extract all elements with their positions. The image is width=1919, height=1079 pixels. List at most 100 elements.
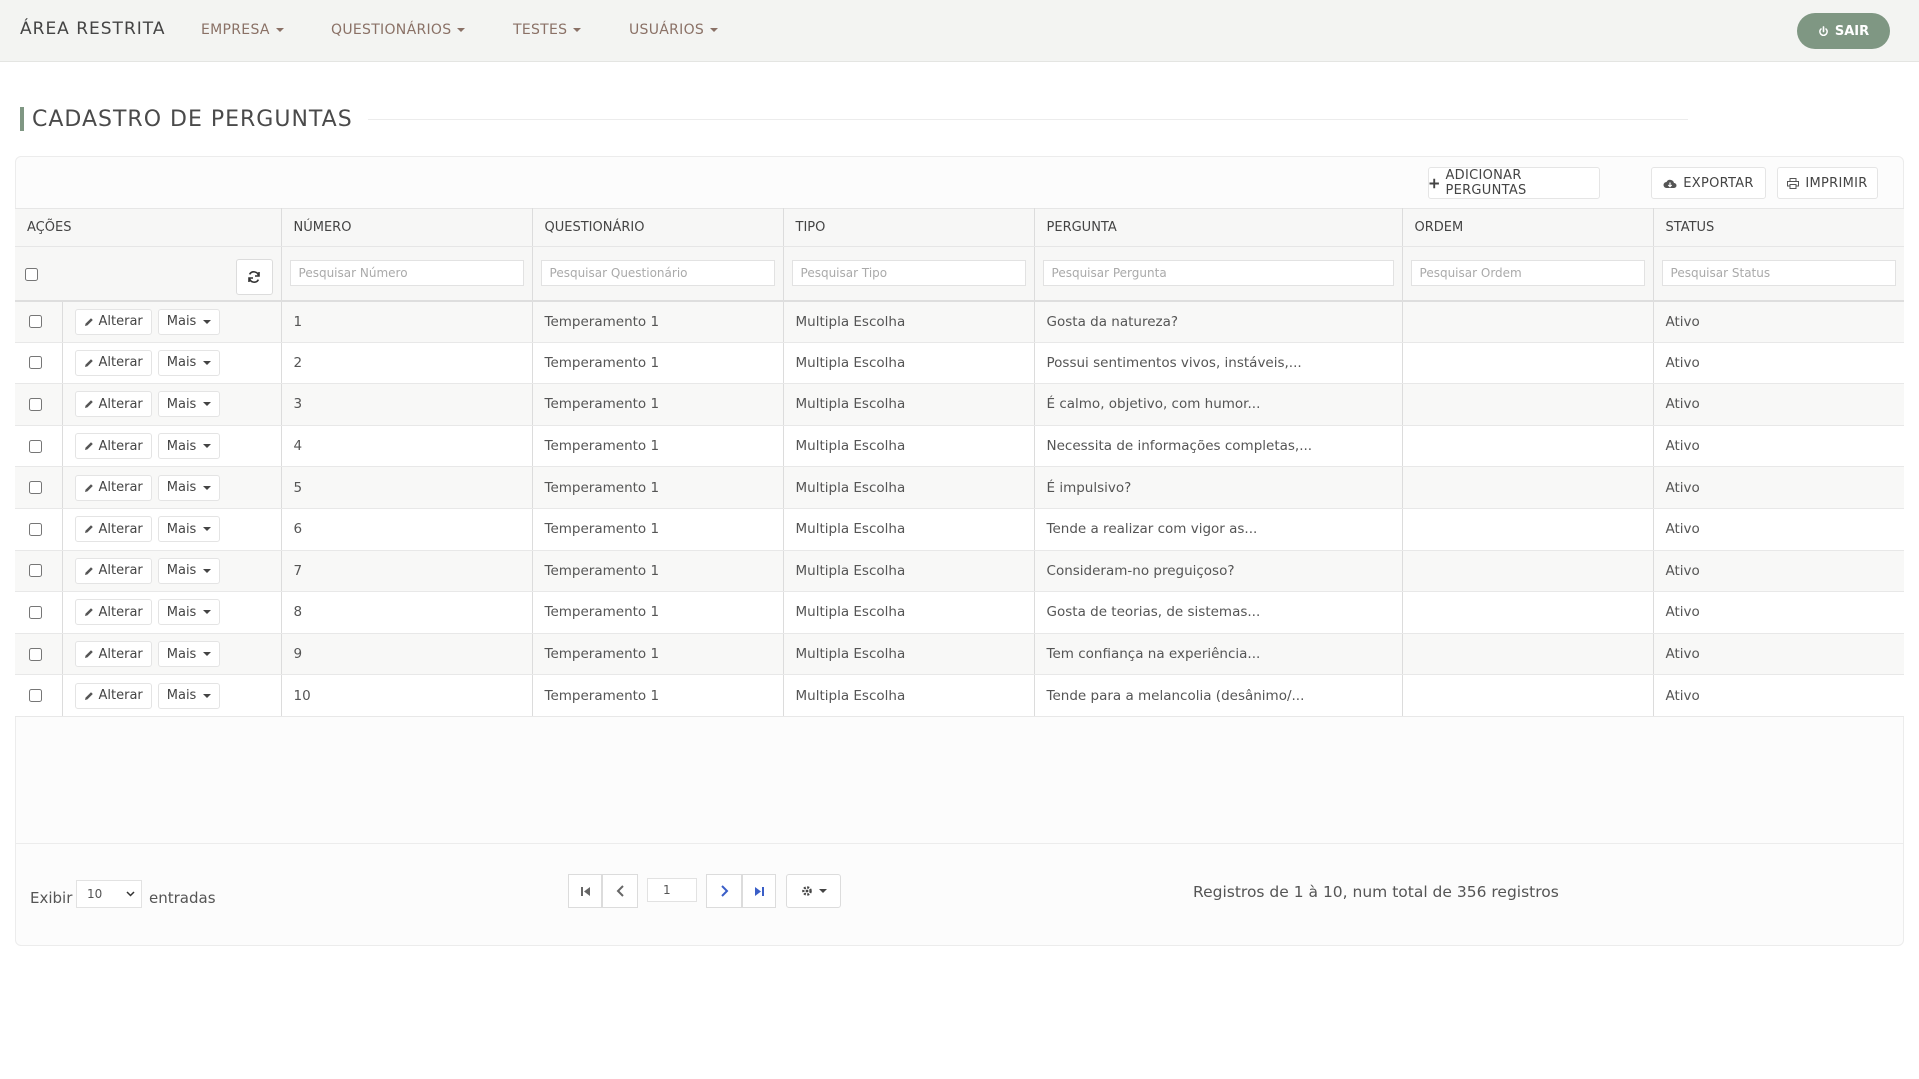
- print-label: IMPRIMIR: [1805, 175, 1868, 191]
- filter-questionario-input[interactable]: [540, 260, 775, 287]
- logout-button[interactable]: SAIR: [1797, 13, 1890, 49]
- prev-page-button[interactable]: [602, 874, 638, 908]
- page-header: CADASTRO DE PERGUNTAS: [20, 106, 353, 132]
- column-header-acoes: AÇÕES: [15, 208, 282, 247]
- refresh-icon: [248, 271, 260, 283]
- cell-status: Ativo: [1653, 425, 1905, 468]
- edit-button[interactable]: Alterar: [74, 308, 152, 335]
- more-label: Mais: [166, 563, 197, 579]
- row-actions-cell: Alterar Mais: [62, 383, 282, 426]
- more-dropdown-button[interactable]: Mais: [157, 641, 221, 668]
- settings-dropdown-button[interactable]: [786, 874, 841, 908]
- cell-numero: 10: [281, 674, 533, 717]
- brand-title[interactable]: ÁREA RESTRITA: [20, 19, 165, 39]
- cell-ordem: [1402, 674, 1654, 717]
- print-icon: [1787, 177, 1800, 189]
- print-button[interactable]: IMPRIMIR: [1777, 167, 1878, 199]
- cell-pergunta: Tende para a melancolia (desânimo/...: [1034, 674, 1403, 717]
- edit-label: Alterar: [98, 604, 143, 620]
- cell-tipo: Multipla Escolha: [783, 466, 1035, 509]
- row-checkbox[interactable]: [29, 647, 42, 661]
- column-header-pergunta[interactable]: PERGUNTA: [1034, 208, 1403, 247]
- cell-numero: 5: [281, 466, 533, 509]
- filter-status-input[interactable]: [1661, 260, 1897, 287]
- menu-questionarios[interactable]: QUESTIONÁRIOS: [331, 22, 466, 38]
- column-header-numero[interactable]: NÚMERO: [281, 208, 533, 247]
- pencil-icon: [84, 691, 93, 700]
- more-dropdown-button[interactable]: Mais: [157, 474, 221, 501]
- pencil-icon: [84, 608, 93, 617]
- pencil-icon: [84, 317, 93, 326]
- table-row: Alterar Mais 7 Temperamento 1 Multipla E…: [15, 550, 1905, 593]
- plus-icon: [1429, 178, 1439, 188]
- row-checkbox[interactable]: [29, 315, 42, 329]
- last-page-button[interactable]: [742, 874, 776, 908]
- edit-label: Alterar: [98, 438, 143, 454]
- cell-questionario: Temperamento 1: [532, 550, 784, 593]
- more-dropdown-button[interactable]: Mais: [157, 557, 221, 584]
- next-page-button[interactable]: [706, 874, 742, 908]
- filter-ordem-input[interactable]: [1410, 260, 1645, 287]
- menu-usuarios[interactable]: USUÁRIOS: [629, 22, 719, 38]
- more-dropdown-button[interactable]: Mais: [157, 349, 221, 376]
- edit-button[interactable]: Alterar: [74, 641, 152, 668]
- edit-button[interactable]: Alterar: [74, 474, 152, 501]
- row-checkbox[interactable]: [29, 397, 42, 411]
- row-select-cell: [15, 633, 63, 676]
- more-dropdown-button[interactable]: Mais: [157, 516, 221, 543]
- column-header-tipo[interactable]: TIPO: [783, 208, 1035, 247]
- export-button[interactable]: EXPORTAR: [1651, 167, 1766, 199]
- page-size-select[interactable]: 10: [76, 880, 142, 908]
- caret-down-icon: [573, 28, 582, 32]
- row-select-cell: [15, 342, 63, 385]
- more-label: Mais: [166, 480, 197, 496]
- edit-button[interactable]: Alterar: [74, 599, 152, 626]
- more-dropdown-button[interactable]: Mais: [157, 391, 221, 418]
- row-checkbox[interactable]: [29, 356, 42, 370]
- current-page-input[interactable]: 1: [647, 878, 697, 902]
- refresh-button[interactable]: [235, 259, 273, 295]
- first-page-button[interactable]: [568, 874, 602, 908]
- edit-button[interactable]: Alterar: [74, 433, 152, 460]
- questions-table: AÇÕES NÚMERO QUESTIONÁRIO TIPO PERGUNTA …: [15, 208, 1905, 717]
- menu-testes[interactable]: TESTES: [513, 22, 582, 38]
- filter-numero-input[interactable]: [289, 260, 524, 287]
- filter-pergunta-input[interactable]: [1042, 260, 1394, 287]
- prev-page-icon: [616, 885, 624, 897]
- caret-down-icon: [275, 28, 284, 32]
- edit-button[interactable]: Alterar: [74, 391, 152, 418]
- page-size-label: Exibir: [30, 889, 73, 907]
- row-checkbox[interactable]: [29, 564, 42, 578]
- edit-button[interactable]: Alterar: [74, 682, 152, 709]
- column-header-status[interactable]: STATUS: [1653, 208, 1905, 247]
- footer-divider: [16, 843, 1903, 844]
- row-checkbox[interactable]: [29, 481, 42, 495]
- edit-button[interactable]: Alterar: [74, 557, 152, 584]
- row-checkbox[interactable]: [29, 605, 42, 619]
- column-header-questionario[interactable]: QUESTIONÁRIO: [532, 208, 784, 247]
- more-dropdown-button[interactable]: Mais: [157, 308, 221, 335]
- more-dropdown-button[interactable]: Mais: [157, 682, 221, 709]
- edit-button[interactable]: Alterar: [74, 349, 152, 376]
- power-icon: [1818, 25, 1828, 36]
- row-checkbox[interactable]: [29, 522, 42, 536]
- filter-actions-cell: [15, 246, 282, 302]
- select-all-checkbox[interactable]: [25, 267, 38, 281]
- row-select-cell: [15, 674, 63, 717]
- menu-empresa[interactable]: EMPRESA: [201, 22, 284, 38]
- row-checkbox[interactable]: [29, 689, 42, 703]
- more-label: Mais: [166, 604, 197, 620]
- add-question-button[interactable]: ADICIONAR PERGUNTAS: [1428, 167, 1600, 199]
- column-header-ordem[interactable]: ORDEM: [1402, 208, 1654, 247]
- table-row: Alterar Mais 10 Temperamento 1 Multipla …: [15, 674, 1905, 717]
- cell-questionario: Temperamento 1: [532, 383, 784, 426]
- filter-tipo-input[interactable]: [791, 260, 1026, 287]
- edit-label: Alterar: [98, 563, 143, 579]
- cell-ordem: [1402, 508, 1654, 551]
- more-dropdown-button[interactable]: Mais: [157, 599, 221, 626]
- pencil-icon: [84, 525, 93, 534]
- more-dropdown-button[interactable]: Mais: [157, 433, 221, 460]
- cell-status: Ativo: [1653, 342, 1905, 385]
- row-checkbox[interactable]: [29, 439, 42, 453]
- edit-button[interactable]: Alterar: [74, 516, 152, 543]
